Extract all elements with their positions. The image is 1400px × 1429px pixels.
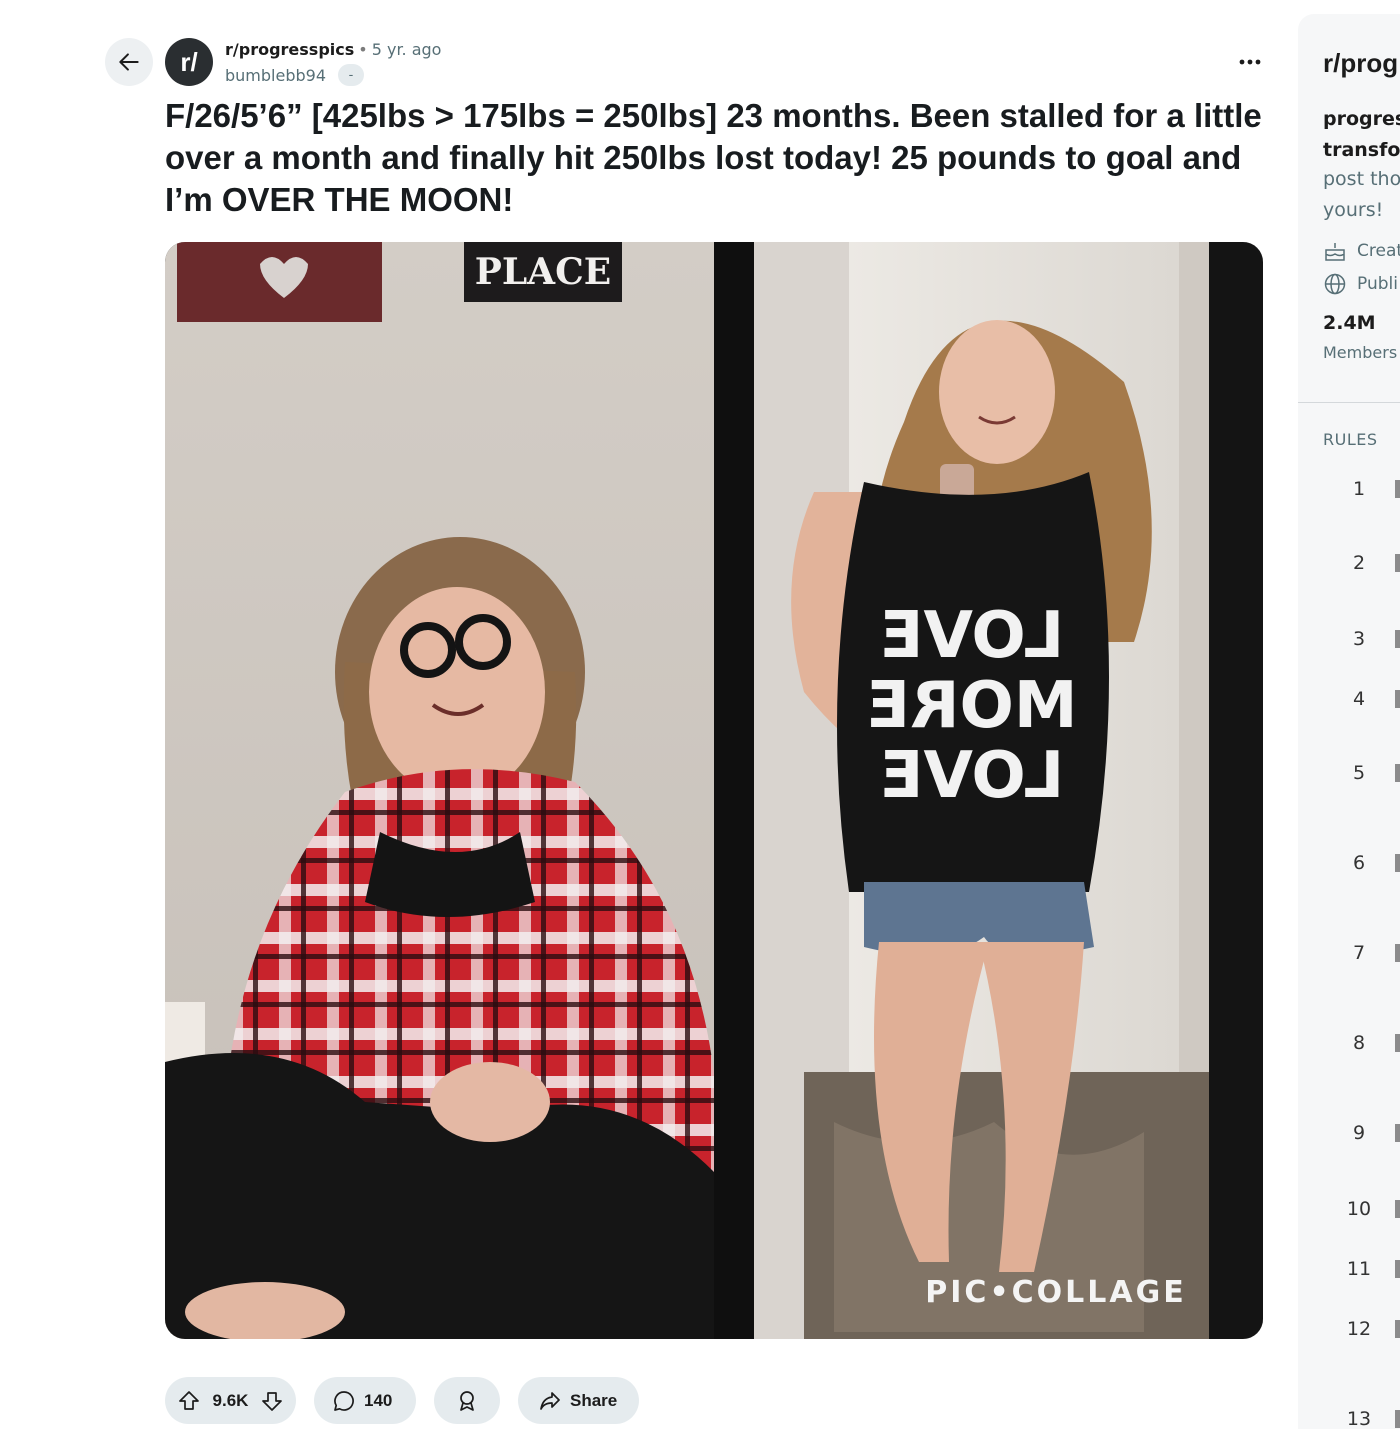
rule-text-clipped xyxy=(1395,1320,1400,1338)
downvote-icon[interactable] xyxy=(260,1389,284,1413)
more-options-button[interactable] xyxy=(1228,45,1272,79)
before-photo: PLACE xyxy=(165,242,714,1339)
sign-text: PLACE xyxy=(475,251,611,293)
rule-number[interactable]: 8 xyxy=(1335,1032,1383,1054)
rule-text-clipped xyxy=(1395,480,1400,498)
public-row: Publi xyxy=(1323,272,1398,296)
avatar-text: r/ xyxy=(180,46,198,77)
rule-number[interactable]: 11 xyxy=(1335,1258,1383,1280)
community-sidebar: r/prog progress transfor post tho yours!… xyxy=(1298,14,1400,1429)
public-label: Publi xyxy=(1357,274,1398,294)
award-icon xyxy=(460,1390,474,1411)
desc-line-3: post tho xyxy=(1323,168,1400,190)
back-button[interactable] xyxy=(105,38,153,86)
rule-number[interactable]: 7 xyxy=(1335,942,1383,964)
share-label: Share xyxy=(570,1390,618,1410)
community-desc: post tho yours! xyxy=(1323,164,1400,226)
rule-text-clipped xyxy=(1395,854,1400,872)
community-desc-bold: progress transfor xyxy=(1323,104,1400,166)
vote-count: 9.6K xyxy=(212,1390,249,1410)
rule-text-clipped xyxy=(1395,690,1400,708)
rules-heading: RULES xyxy=(1323,430,1378,449)
cake-icon xyxy=(1325,243,1345,261)
post-title[interactable]: F/26/5’6” [425lbs > 175lbs = 250lbs] 23 … xyxy=(165,95,1265,221)
shirt-line-2: MORE xyxy=(866,669,1077,743)
community-title[interactable]: r/prog xyxy=(1323,48,1398,79)
post-time: 5 yr. ago xyxy=(371,40,442,59)
created-label: Creat xyxy=(1357,241,1400,261)
rule-text-clipped xyxy=(1395,944,1400,962)
rule-text-clipped xyxy=(1395,1124,1400,1142)
rule-text-clipped xyxy=(1395,1034,1400,1052)
comment-icon xyxy=(334,1390,354,1411)
share-icon xyxy=(540,1391,560,1410)
rule-text-clipped xyxy=(1395,1410,1400,1428)
comment-count: 140 xyxy=(364,1390,393,1410)
rule-number[interactable]: 4 xyxy=(1335,688,1383,710)
rule-text-clipped xyxy=(1395,1200,1400,1218)
after-photo: LOVE MORE LOVE PIC•COLLAGE xyxy=(714,242,1263,1339)
share-button[interactable]: Share xyxy=(518,1377,639,1424)
rule-number[interactable]: 5 xyxy=(1335,762,1383,784)
members-label: Members xyxy=(1323,343,1398,362)
arrow-left-icon xyxy=(119,53,139,71)
sidebar-divider xyxy=(1298,402,1400,403)
rule-number[interactable]: 10 xyxy=(1335,1198,1383,1220)
rule-number[interactable]: 13 xyxy=(1335,1408,1383,1429)
subreddit-avatar[interactable]: r/ xyxy=(165,38,213,86)
rule-number[interactable]: 1 xyxy=(1335,478,1383,500)
rule-text-clipped xyxy=(1395,630,1400,648)
rule-number[interactable]: 9 xyxy=(1335,1122,1383,1144)
author-link[interactable]: bumblebb94 xyxy=(225,66,326,85)
created-row: Creat xyxy=(1323,240,1400,262)
shirt-line-3: LOVE xyxy=(880,739,1064,813)
rule-number[interactable]: 6 xyxy=(1335,852,1383,874)
author-row: bumblebb94 - xyxy=(225,64,364,86)
rule-text-clipped xyxy=(1395,554,1400,572)
desc-line-4: yours! xyxy=(1323,199,1384,221)
members-count: 2.4M xyxy=(1323,312,1376,334)
post-meta: r/progresspics • 5 yr. ago xyxy=(225,40,441,59)
meta-separator: • xyxy=(358,40,368,59)
ellipsis-icon xyxy=(1239,59,1261,65)
rule-text-clipped xyxy=(1395,1260,1400,1278)
desc-line-2: transfor xyxy=(1323,139,1400,161)
rule-number[interactable]: 2 xyxy=(1335,552,1383,574)
comments-button[interactable]: 140 xyxy=(314,1377,416,1424)
post-image[interactable]: PLACE LOVE MORE LOVE PIC•COLLAGE xyxy=(165,242,1263,1339)
rule-text-clipped xyxy=(1395,764,1400,782)
award-button[interactable] xyxy=(434,1377,500,1424)
rule-number[interactable]: 12 xyxy=(1335,1318,1383,1340)
action-bar: 9.6K 140 Share xyxy=(165,1377,639,1424)
vote-control: 9.6K xyxy=(165,1377,296,1424)
upvote-icon[interactable] xyxy=(177,1389,201,1413)
subreddit-link[interactable]: r/progresspics xyxy=(225,40,354,59)
shirt-line-1: LOVE xyxy=(880,599,1064,673)
globe-icon xyxy=(1324,273,1346,295)
rule-number[interactable]: 3 xyxy=(1335,628,1383,650)
watermark-text: PIC•COLLAGE xyxy=(925,1275,1186,1310)
user-flair: - xyxy=(338,64,364,86)
desc-line-1: progress xyxy=(1323,108,1400,130)
